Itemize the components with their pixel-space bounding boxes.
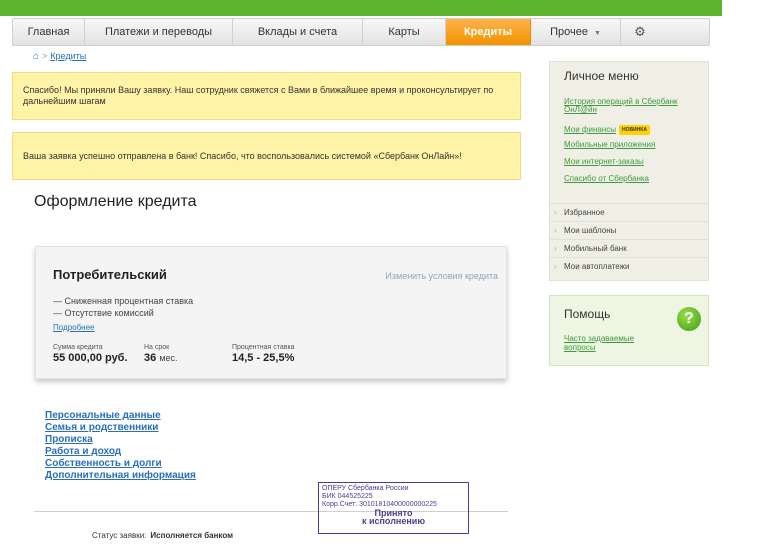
loan-term-value: 36 xyxy=(144,352,157,364)
loan-amount-label: Сумма кредита xyxy=(53,344,103,351)
chevron-right-icon: › xyxy=(554,262,557,271)
status-value: Исполняется банком xyxy=(150,531,234,540)
home-icon[interactable]: ⌂ xyxy=(33,51,39,62)
personal-menu-panel: Личное меню История операций в Сбербанк … xyxy=(549,61,709,281)
stamp-line: ОПЕРУ Сбербанка России xyxy=(322,485,409,492)
chevron-right-icon: › xyxy=(554,226,557,235)
faq-link[interactable]: Часто задаваемые вопросы xyxy=(564,334,664,352)
section-family-link[interactable]: Семья и родственники xyxy=(45,422,196,434)
chevron-down-icon: ▼ xyxy=(593,30,601,37)
personal-menu-title: Личное меню xyxy=(564,69,639,83)
help-panel: Помощь Часто задаваемые вопросы ? xyxy=(549,295,709,366)
menu-item-templates[interactable]: › Мои шаблоны xyxy=(550,221,708,240)
history-link[interactable]: История операций в Сбербанк ОнЛ@йн xyxy=(564,98,704,114)
loan-term-value-wrap: 36 мес. xyxy=(144,352,178,364)
change-terms-link[interactable]: Изменить условия кредита xyxy=(385,271,498,281)
breadcrumb-credits-link[interactable]: Кредиты xyxy=(50,51,86,61)
more-details-link[interactable]: Подробнее xyxy=(53,323,95,332)
page-title: Оформление кредита xyxy=(34,193,197,210)
spasibo-link[interactable]: Спасибо от Сбербанка xyxy=(564,175,704,183)
menu-item-label: Мои шаблоны xyxy=(564,226,617,235)
section-work-income-link[interactable]: Работа и доход xyxy=(45,446,196,458)
loan-feature: — Отсутствие комиссий xyxy=(53,308,154,318)
chevron-right-icon: › xyxy=(554,208,557,217)
nav-deposits[interactable]: Вклады и счета xyxy=(233,19,363,45)
menu-item-label: Мобильный банк xyxy=(564,244,627,253)
nav-other-label: Прочее xyxy=(550,26,588,38)
notice-accepted: Спасибо! Мы приняли Вашу заявку. Наш сот… xyxy=(12,72,521,120)
main-nav: Главная Платежи и переводы Вклады и счет… xyxy=(12,18,710,46)
loan-feature: — Сниженная процентная ставка xyxy=(53,296,194,306)
notice-accepted-text: Спасибо! Мы приняли Вашу заявку. Наш сот… xyxy=(23,85,494,106)
notice-sent-text: Ваша заявка успешно отправлена в банк! С… xyxy=(23,150,462,161)
stamp-for-execution: к исполнению xyxy=(361,516,426,526)
section-personal-data-link[interactable]: Персональные данные xyxy=(45,410,196,422)
menu-item-label: Мои автоплатежи xyxy=(564,262,630,271)
status-label: Статус заявки: xyxy=(92,531,147,540)
mobile-apps-link[interactable]: Мобильные приложения xyxy=(564,141,704,149)
help-title: Помощь xyxy=(564,307,611,321)
loan-rate-label: Процентная ставка xyxy=(232,344,295,351)
menu-item-favorites[interactable]: › Избранное xyxy=(550,203,708,222)
new-badge: НОВИНКА xyxy=(618,125,650,135)
loan-term-label: На срок xyxy=(144,344,170,351)
loan-term-unit: мес. xyxy=(159,353,178,363)
loan-title: Потребительский xyxy=(53,267,167,282)
nav-other[interactable]: Прочее ▼ xyxy=(531,19,621,45)
nav-home[interactable]: Главная xyxy=(13,19,85,45)
menu-item-label: Избранное xyxy=(564,208,605,217)
chevron-right-icon: > xyxy=(42,51,48,61)
top-brand-strip xyxy=(0,0,760,16)
section-additional-info-link[interactable]: Дополнительная информация xyxy=(45,470,196,482)
my-finances-label: Мои финансы xyxy=(564,125,616,134)
breadcrumb: ⌂ > Кредиты xyxy=(33,51,86,62)
nav-payments[interactable]: Платежи и переводы xyxy=(85,19,233,45)
loan-rate-value: 14,5 - 25,5% xyxy=(232,352,295,364)
nav-credits[interactable]: Кредиты xyxy=(446,19,531,45)
loan-card: Потребительский Изменить условия кредита… xyxy=(35,246,507,379)
loan-term: На срок 36 мес. xyxy=(144,344,178,364)
brand-green-bar xyxy=(0,0,722,16)
loan-rate: Процентная ставка 14,5 - 25,5% xyxy=(232,344,295,364)
section-registration-link[interactable]: Прописка xyxy=(45,434,196,446)
chevron-right-icon: › xyxy=(554,244,557,253)
loan-amount: Сумма кредита 55 000,00 руб. xyxy=(53,344,128,364)
nav-cards[interactable]: Карты xyxy=(363,19,446,45)
bank-stamp: ОПЕРУ Сбербанка России БИК 044525225 Кор… xyxy=(318,482,469,534)
menu-item-autopayments[interactable]: › Мои автоплатежи xyxy=(550,257,708,276)
application-sections: Персональные данные Семья и родственники… xyxy=(45,410,196,482)
gear-icon[interactable]: ⚙ xyxy=(621,19,659,45)
stamp-line: БИК 044525225 xyxy=(322,493,373,500)
menu-item-mobile-bank[interactable]: › Мобильный банк xyxy=(550,239,708,258)
internet-orders-link[interactable]: Мои интернет-заказы xyxy=(564,158,704,166)
application-status: Статус заявки: Исполняется банком xyxy=(92,531,233,540)
my-finances-link[interactable]: Мои финансы НОВИНКА xyxy=(564,125,704,135)
section-property-debts-link[interactable]: Собственность и долги xyxy=(45,458,196,470)
notice-sent: Ваша заявка успешно отправлена в банк! С… xyxy=(12,132,521,180)
loan-amount-value: 55 000,00 руб. xyxy=(53,352,128,364)
question-icon[interactable]: ? xyxy=(677,307,701,331)
